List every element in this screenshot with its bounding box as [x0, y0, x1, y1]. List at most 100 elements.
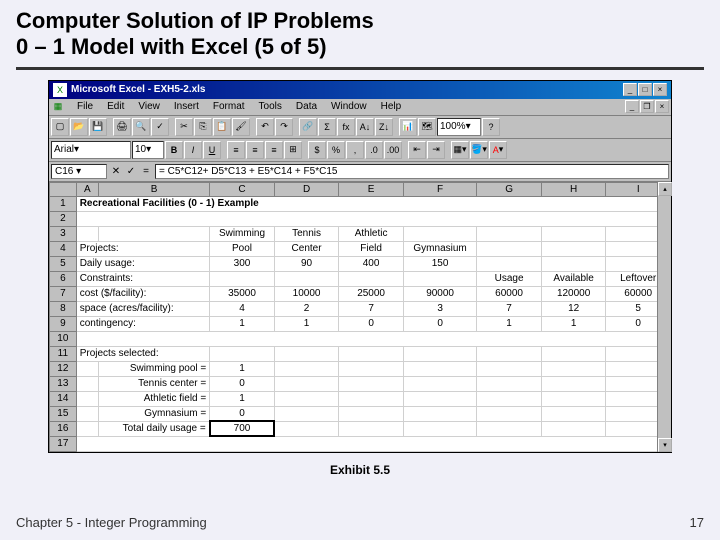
cell[interactable] — [274, 361, 339, 376]
cell[interactable] — [403, 421, 476, 436]
menu-insert[interactable]: Insert — [168, 100, 205, 114]
borders-icon[interactable]: ▦▾ — [451, 141, 469, 159]
spell-icon[interactable]: ✓ — [151, 118, 169, 136]
cell[interactable]: 3 — [403, 301, 476, 316]
doc-minimize-button[interactable]: _ — [625, 100, 639, 113]
minimize-button[interactable]: _ — [623, 83, 637, 96]
cell[interactable] — [274, 406, 339, 421]
row-header[interactable]: 13 — [50, 376, 77, 391]
font-color-icon[interactable]: A▾ — [489, 141, 507, 159]
sort-desc-icon[interactable]: Z↓ — [375, 118, 393, 136]
cell[interactable]: Field — [339, 241, 404, 256]
increase-decimal-icon[interactable]: .0 — [365, 141, 383, 159]
row-header[interactable]: 14 — [50, 391, 77, 406]
cell[interactable]: 0 — [210, 376, 275, 391]
font-name-combo[interactable]: Arial ▾ — [51, 141, 131, 159]
cell[interactable] — [477, 241, 542, 256]
hyperlink-icon[interactable]: 🔗 — [299, 118, 317, 136]
align-right-icon[interactable]: ≡ — [265, 141, 283, 159]
formula-input[interactable]: = C5*C12+ D5*C13 + E5*C14 + F5*C15 — [155, 164, 669, 179]
cell[interactable]: 4 — [210, 301, 275, 316]
format-painter-icon[interactable]: 🖌 — [232, 118, 250, 136]
cell[interactable] — [76, 361, 98, 376]
redo-icon[interactable]: ↷ — [275, 118, 293, 136]
row-header[interactable]: 10 — [50, 331, 77, 346]
align-center-icon[interactable]: ≡ — [246, 141, 264, 159]
menu-file[interactable]: File — [71, 100, 99, 114]
cell[interactable]: 150 — [403, 256, 476, 271]
cell[interactable]: 1 — [477, 316, 542, 331]
cell[interactable] — [76, 406, 98, 421]
cell[interactable] — [210, 271, 275, 286]
cell[interactable]: Tennis — [274, 226, 339, 241]
doc-close-button[interactable]: × — [655, 100, 669, 113]
chart-icon[interactable]: 📊 — [399, 118, 417, 136]
cell[interactable]: Pool — [210, 241, 275, 256]
decrease-indent-icon[interactable]: ⇤ — [408, 141, 426, 159]
cell[interactable]: 0 — [403, 316, 476, 331]
cell[interactable] — [541, 406, 606, 421]
cell[interactable] — [274, 346, 339, 361]
cell[interactable]: 25000 — [339, 286, 404, 301]
function-icon[interactable]: fx — [337, 118, 355, 136]
cell[interactable] — [76, 421, 98, 436]
select-all-corner[interactable] — [50, 182, 77, 196]
cell[interactable]: Gymnasium — [403, 241, 476, 256]
cell[interactable] — [210, 346, 275, 361]
cell[interactable] — [477, 406, 542, 421]
cell[interactable]: 700 — [210, 421, 275, 436]
cell[interactable] — [541, 391, 606, 406]
cell[interactable] — [274, 391, 339, 406]
cell[interactable]: 1 — [274, 316, 339, 331]
col-header[interactable]: E — [339, 182, 404, 196]
cell[interactable]: Athletic field = — [98, 391, 209, 406]
cell[interactable] — [477, 346, 542, 361]
row-header[interactable]: 11 — [50, 346, 77, 361]
maximize-button[interactable]: □ — [638, 83, 652, 96]
align-left-icon[interactable]: ≡ — [227, 141, 245, 159]
cell[interactable]: 1 — [210, 391, 275, 406]
cell[interactable]: 7 — [477, 301, 542, 316]
cell[interactable]: 300 — [210, 256, 275, 271]
cell[interactable]: 0 — [210, 406, 275, 421]
cell[interactable] — [339, 391, 404, 406]
cell[interactable] — [76, 331, 670, 346]
menu-view[interactable]: View — [132, 100, 166, 114]
cell[interactable]: Usage — [477, 271, 542, 286]
cell[interactable]: space (acres/facility): — [76, 301, 210, 316]
col-header[interactable]: C — [210, 182, 275, 196]
cell[interactable] — [541, 226, 606, 241]
fill-color-icon[interactable]: 🪣▾ — [470, 141, 488, 159]
cell[interactable] — [541, 361, 606, 376]
cell[interactable]: 12 — [541, 301, 606, 316]
cell[interactable]: Swimming — [210, 226, 275, 241]
comma-icon[interactable]: , — [346, 141, 364, 159]
new-icon[interactable]: ▢ — [51, 118, 69, 136]
cell[interactable] — [541, 376, 606, 391]
cell[interactable] — [76, 391, 98, 406]
cell[interactable] — [403, 226, 476, 241]
zoom-combo[interactable]: 100%▾ — [437, 118, 481, 136]
cell[interactable]: Projects: — [76, 241, 210, 256]
cell[interactable] — [403, 271, 476, 286]
cell[interactable]: 60000 — [477, 286, 542, 301]
cell[interactable] — [76, 436, 670, 451]
cell[interactable] — [541, 421, 606, 436]
help-icon[interactable]: ? — [482, 118, 500, 136]
row-header[interactable]: 2 — [50, 211, 77, 226]
col-header[interactable]: F — [403, 182, 476, 196]
cell[interactable]: Gymnasium = — [98, 406, 209, 421]
cancel-icon[interactable]: ✕ — [109, 164, 123, 178]
cell[interactable]: Projects selected: — [76, 346, 210, 361]
cell[interactable]: Total daily usage = — [98, 421, 209, 436]
cell[interactable] — [339, 421, 404, 436]
row-header[interactable]: 6 — [50, 271, 77, 286]
cell[interactable]: Center — [274, 241, 339, 256]
cell[interactable]: Available — [541, 271, 606, 286]
menu-help[interactable]: Help — [375, 100, 408, 114]
cell[interactable] — [403, 346, 476, 361]
cell[interactable]: Recreational Facilities (0 - 1) Example — [76, 196, 670, 211]
col-header[interactable]: A — [76, 182, 98, 196]
menu-window[interactable]: Window — [325, 100, 373, 114]
paste-icon[interactable]: 📋 — [213, 118, 231, 136]
